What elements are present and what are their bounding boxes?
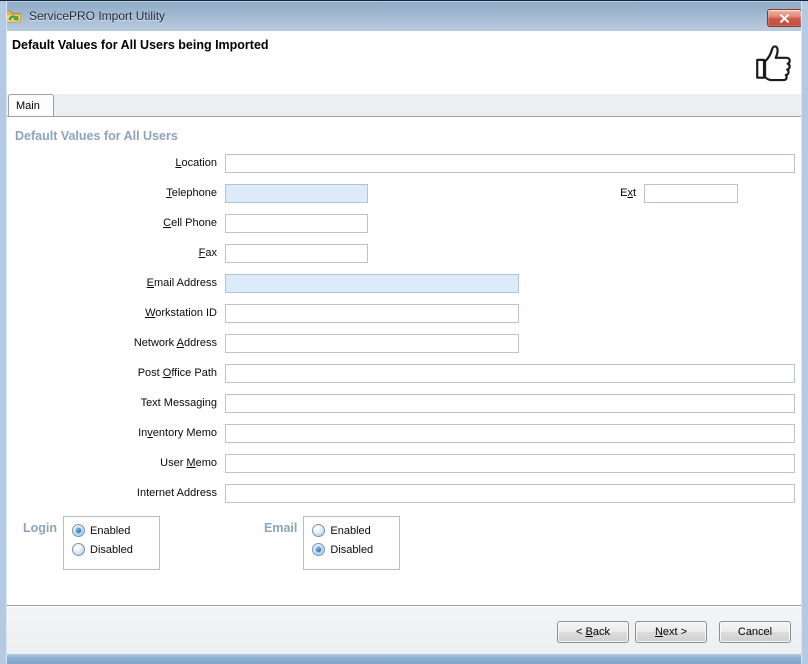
email-disabled-radio[interactable] xyxy=(312,543,325,556)
login-enabled-radio[interactable] xyxy=(72,524,85,537)
title-bar: ServicePRO Import Utility xyxy=(0,1,808,31)
email-disabled-label: Disabled xyxy=(330,544,373,556)
login-enabled-option[interactable]: Enabled xyxy=(72,524,159,537)
row-telephone: Telephone Ext xyxy=(1,178,807,208)
section-title: Default Values for All Users xyxy=(15,129,807,143)
main-tab-panel: Default Values for All Users Location Te… xyxy=(0,116,808,606)
post-office-path-input[interactable] xyxy=(225,364,795,383)
text-messaging-input[interactable] xyxy=(225,394,795,413)
next-button[interactable]: Next > xyxy=(635,621,707,643)
close-button[interactable] xyxy=(767,9,802,27)
login-group-box: Enabled Disabled xyxy=(63,516,160,570)
login-enabled-label: Enabled xyxy=(90,525,130,537)
radio-dot xyxy=(316,547,321,552)
row-cell-phone: Cell Phone xyxy=(1,208,807,238)
tab-main[interactable]: Main xyxy=(8,94,54,116)
thumbs-up-icon xyxy=(752,37,798,87)
radio-section: Login Enabled Disabled Email Enabled xyxy=(1,516,807,570)
email-disabled-option[interactable]: Disabled xyxy=(312,543,399,556)
user-memo-input[interactable] xyxy=(225,454,795,473)
ext-input[interactable] xyxy=(644,184,738,203)
wizard-header: Default Values for All Users being Impor… xyxy=(0,31,808,94)
inventory-memo-label: Inventory Memo xyxy=(15,427,217,439)
tab-strip: Main xyxy=(0,94,808,116)
network-address-input[interactable] xyxy=(225,334,519,353)
workstation-id-input[interactable] xyxy=(225,304,519,323)
workstation-id-label: Workstation ID xyxy=(15,307,217,319)
inventory-memo-input[interactable] xyxy=(225,424,795,443)
window-title: ServicePRO Import Utility xyxy=(29,9,165,23)
email-address-input[interactable] xyxy=(225,274,519,293)
row-network-address: Network Address xyxy=(1,328,807,358)
email-group-label: Email xyxy=(264,521,297,535)
cell-phone-input[interactable] xyxy=(225,214,368,233)
row-internet-address: Internet Address xyxy=(1,478,807,508)
fax-input[interactable] xyxy=(225,244,368,263)
page-title: Default Values for All Users being Impor… xyxy=(12,38,269,52)
window-bottom-border xyxy=(0,654,808,664)
email-enabled-option[interactable]: Enabled xyxy=(312,524,399,537)
row-location: Location xyxy=(1,148,807,178)
user-memo-label: User Memo xyxy=(15,457,217,469)
login-disabled-label: Disabled xyxy=(90,544,133,556)
row-email-address: Email Address xyxy=(1,268,807,298)
cell-phone-label: Cell Phone xyxy=(15,217,217,229)
ext-label: Ext xyxy=(620,187,636,199)
app-icon xyxy=(5,8,22,24)
cancel-button[interactable]: Cancel xyxy=(719,621,791,643)
row-user-memo: User Memo xyxy=(1,448,807,478)
import-utility-window: ServicePRO Import Utility Default Values… xyxy=(0,0,808,664)
row-fax: Fax xyxy=(1,238,807,268)
row-post-office-path: Post Office Path xyxy=(1,358,807,388)
internet-address-input[interactable] xyxy=(225,484,795,503)
close-icon xyxy=(779,14,790,23)
email-group-box: Enabled Disabled xyxy=(303,516,400,570)
row-text-messaging: Text Messaging xyxy=(1,388,807,418)
telephone-label: Telephone xyxy=(15,187,217,199)
login-group-label: Login xyxy=(23,521,57,535)
location-label: Location xyxy=(15,157,217,169)
back-button[interactable]: < Back xyxy=(557,621,629,643)
location-input[interactable] xyxy=(225,154,795,173)
fax-label: Fax xyxy=(15,247,217,259)
login-disabled-option[interactable]: Disabled xyxy=(72,543,159,556)
post-office-path-label: Post Office Path xyxy=(15,367,217,379)
footer-bar: < Back Next > Cancel xyxy=(0,606,808,655)
telephone-input[interactable] xyxy=(225,184,368,203)
tab-main-label: Main xyxy=(16,100,40,112)
network-address-label: Network Address xyxy=(15,337,217,349)
row-inventory-memo: Inventory Memo xyxy=(1,418,807,448)
radio-dot xyxy=(76,528,81,533)
email-enabled-radio[interactable] xyxy=(312,524,325,537)
email-address-label: Email Address xyxy=(15,277,217,289)
email-enabled-label: Enabled xyxy=(330,525,370,537)
row-workstation-id: Workstation ID xyxy=(1,298,807,328)
login-disabled-radio[interactable] xyxy=(72,543,85,556)
text-messaging-label: Text Messaging xyxy=(15,397,217,409)
internet-address-label: Internet Address xyxy=(15,487,217,499)
